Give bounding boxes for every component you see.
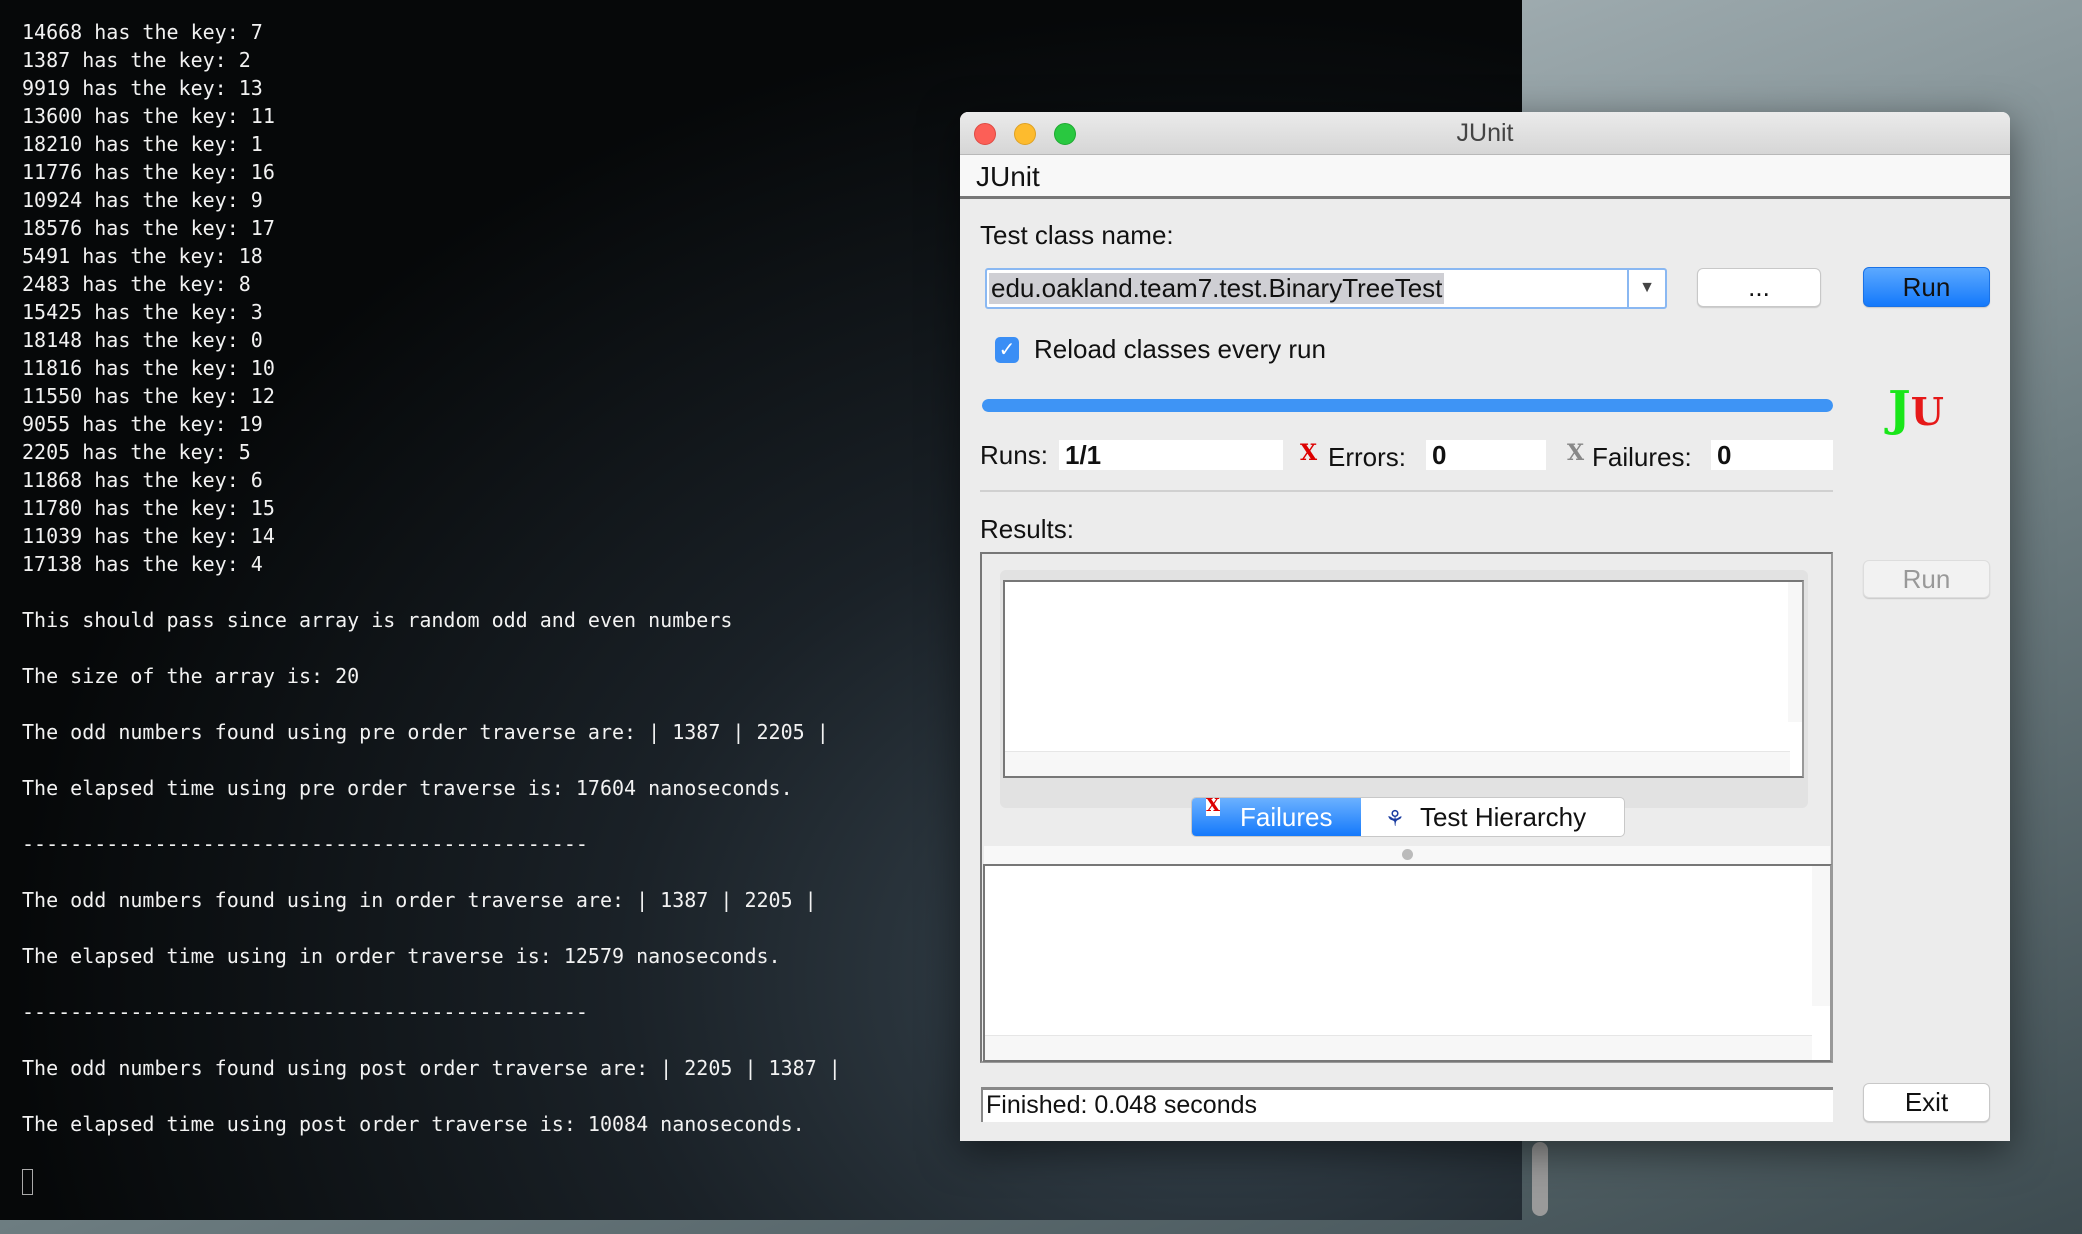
terminal-line: ----------------------------------------…	[22, 1000, 588, 1024]
vertical-scrollbar[interactable]	[1788, 582, 1802, 722]
errors-label: Errors:	[1328, 442, 1406, 472]
reload-label: Reload classes every run	[1034, 334, 1326, 364]
details-pane[interactable]	[983, 864, 1832, 1062]
reload-checkbox[interactable]: ✓	[995, 337, 1019, 363]
test-class-combobox[interactable]: edu.oakland.team7.test.BinaryTreeTest ▼	[985, 268, 1667, 309]
terminal-line: 13600 has the key: 11	[22, 104, 275, 128]
results-label: Results:	[980, 514, 1074, 544]
failures-value: 0	[1711, 440, 1833, 470]
terminal-scrollbar[interactable]	[1532, 1142, 1548, 1216]
terminal-line: 9919 has the key: 13	[22, 76, 263, 100]
results-panel: X Failures ⚘ Test Hierarchy	[980, 552, 1833, 1063]
junit-window: JUnit JUnit Test class name: edu.oakland…	[960, 112, 2010, 1141]
terminal-line: 2483 has the key: 8	[22, 272, 251, 296]
chevron-down-icon[interactable]: ▼	[1627, 268, 1665, 309]
terminal-line: 5491 has the key: 18	[22, 244, 263, 268]
failure-x-icon: X	[1206, 797, 1220, 816]
vertical-scrollbar[interactable]	[1812, 866, 1830, 1006]
results-tabs: X Failures ⚘ Test Hierarchy	[1191, 797, 1625, 837]
terminal-line: 11550 has the key: 12	[22, 384, 275, 408]
terminal-line: The elapsed time using pre order travers…	[22, 776, 793, 800]
errors-value: 0	[1426, 440, 1546, 470]
terminal-line: This should pass since array is random o…	[22, 608, 733, 632]
terminal-line: The elapsed time using post order traver…	[22, 1112, 805, 1136]
terminal-line: 10924 has the key: 9	[22, 188, 263, 212]
tab-failures-label: Failures	[1240, 802, 1333, 832]
terminal-output: 14668 has the key: 7 1387 has the key: 2 9…	[22, 18, 841, 1195]
terminal-line: The elapsed time using in order traverse…	[22, 944, 781, 968]
terminal-line: The odd numbers found using in order tra…	[22, 888, 817, 912]
test-class-label: Test class name:	[980, 220, 1174, 250]
tab-content-panel	[1000, 570, 1808, 808]
terminal-line: 11780 has the key: 15	[22, 496, 275, 520]
junit-logo-icon: JU	[1888, 381, 1944, 437]
terminal-line: The odd numbers found using pre order tr…	[22, 720, 829, 744]
cursor-icon	[22, 1168, 33, 1195]
terminal-line: 2205 has the key: 5	[22, 440, 251, 464]
exit-button[interactable]: Exit	[1863, 1083, 1990, 1122]
runs-label: Runs:	[980, 440, 1048, 470]
tab-test-hierarchy[interactable]: ⚘ Test Hierarchy	[1361, 798, 1624, 836]
terminal-line: The odd numbers found using post order t…	[22, 1056, 841, 1080]
status-field: Finished: 0.048 seconds	[981, 1087, 1833, 1122]
separator	[980, 490, 1833, 492]
divider-handle-icon[interactable]	[1402, 849, 1413, 860]
failures-label: Failures:	[1592, 442, 1692, 472]
horizontal-scrollbar[interactable]	[985, 1035, 1812, 1060]
runs-value: 1/1	[1059, 440, 1283, 470]
progress-fill	[982, 399, 1833, 412]
split-divider[interactable]	[984, 846, 1830, 864]
run-button[interactable]: Run	[1863, 267, 1990, 307]
progress-bar	[982, 399, 1833, 412]
terminal-line: 11816 has the key: 10	[22, 356, 275, 380]
terminal-line: 18576 has the key: 17	[22, 216, 275, 240]
tab-test-hierarchy-label: Test Hierarchy	[1419, 802, 1587, 832]
terminal-line: 14668 has the key: 7	[22, 20, 263, 44]
rerun-button[interactable]: Run	[1863, 560, 1990, 598]
terminal-line: 15425 has the key: 3	[22, 300, 263, 324]
terminal-line: 11039 has the key: 14	[22, 524, 275, 548]
menu-junit[interactable]: JUnit	[976, 161, 1040, 193]
terminal-line: The size of the array is: 20	[22, 664, 360, 688]
failures-list[interactable]	[1003, 580, 1804, 778]
hierarchy-icon: ⚘	[1385, 806, 1405, 831]
test-class-input[interactable]: edu.oakland.team7.test.BinaryTreeTest	[989, 273, 1445, 304]
terminal-line: 17138 has the key: 4	[22, 552, 263, 576]
terminal-line: 18210 has the key: 1	[22, 132, 263, 156]
error-x-icon: X	[1300, 440, 1318, 466]
window-title: JUnit	[1456, 119, 1514, 147]
title-bar[interactable]: JUnit	[960, 112, 2010, 155]
horizontal-scrollbar[interactable]	[1005, 751, 1790, 776]
terminal-line: 18148 has the key: 0	[22, 328, 263, 352]
terminal-line: 11776 has the key: 16	[22, 160, 275, 184]
tab-failures[interactable]: X Failures	[1192, 798, 1361, 836]
terminal-line: 9055 has the key: 19	[22, 412, 263, 436]
terminal-line: 11868 has the key: 6	[22, 468, 263, 492]
terminal-line: ----------------------------------------…	[22, 832, 588, 856]
browse-button[interactable]: ...	[1697, 268, 1821, 307]
failure-x-icon: X	[1567, 440, 1585, 466]
menu-bar: JUnit	[960, 155, 2010, 199]
terminal-line: 1387 has the key: 2	[22, 48, 251, 72]
